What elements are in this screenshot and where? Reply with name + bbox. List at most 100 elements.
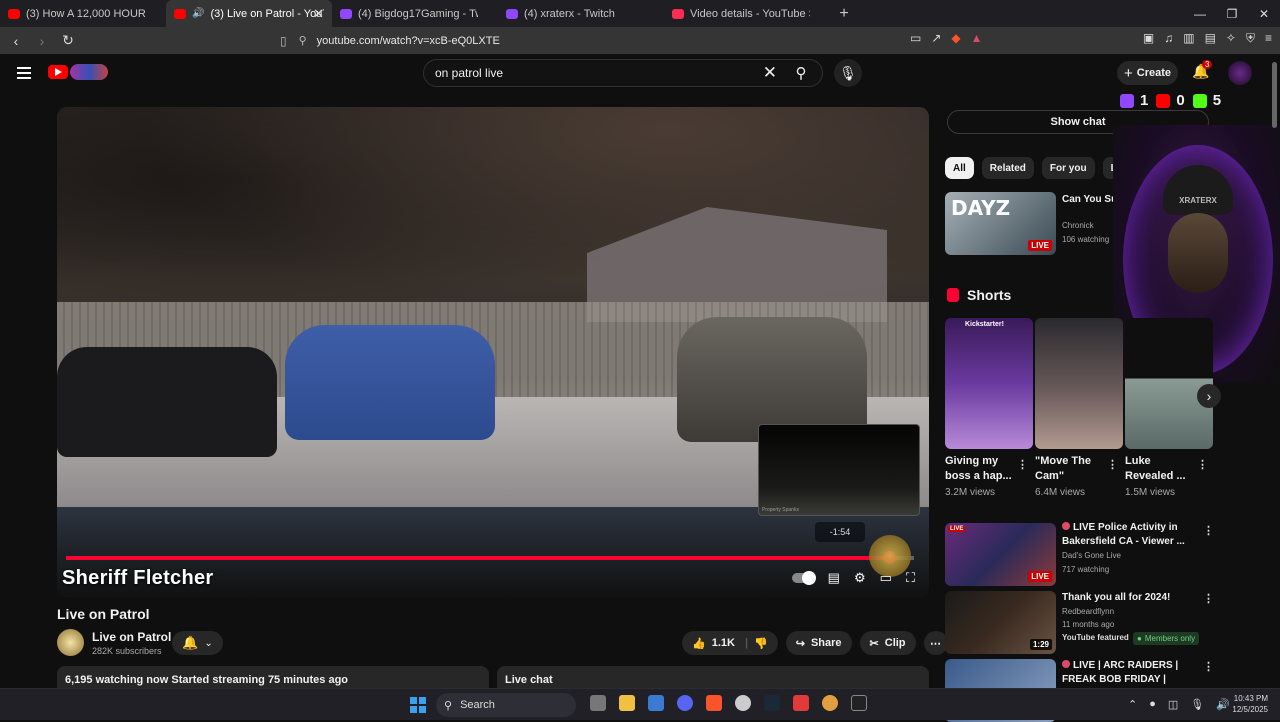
related-video-thumbnail[interactable]: 1:29 <box>945 591 1056 654</box>
app-icon[interactable] <box>822 695 838 711</box>
search-input[interactable]: on patrol live ✕ ⚲ <box>423 59 823 87</box>
browser-tab[interactable]: (4) Bigdog17Gaming - Twitch <box>332 0 498 27</box>
store-icon[interactable] <box>648 695 664 711</box>
menu-icon[interactable]: ≡ <box>1265 31 1272 46</box>
app-icon[interactable] <box>793 695 809 711</box>
related-video-meta: 11 months ago <box>1062 620 1115 629</box>
more-vertical-icon[interactable]: ⋮ <box>1203 660 1214 673</box>
microphone-icon[interactable]: 🎙 <box>1190 698 1204 711</box>
brave-shield-icon[interactable]: ◆ <box>951 31 960 45</box>
back-icon[interactable]: ‹ <box>6 33 26 49</box>
autoplay-toggle[interactable] <box>791 571 816 585</box>
short-thumbnail[interactable] <box>1035 318 1123 449</box>
short-title[interactable]: Luke Revealed ... <box>1125 454 1195 484</box>
epic-games-icon[interactable] <box>851 695 867 711</box>
more-vertical-icon[interactable]: ⋮ <box>1107 458 1118 471</box>
search-icon[interactable]: ⚲ <box>780 60 822 86</box>
more-vertical-icon[interactable]: ⋮ <box>1197 458 1208 471</box>
reload-icon[interactable]: ↻ <box>58 32 78 49</box>
restore-icon[interactable]: ❐ <box>1216 7 1248 21</box>
chevron-right-icon[interactable]: › <box>1197 384 1221 408</box>
brave-browser-icon[interactable] <box>706 695 722 711</box>
close-window-icon[interactable]: ✕ <box>1248 7 1280 21</box>
leo-ai-icon[interactable]: ✧ <box>1226 31 1236 46</box>
subscription-bell-button[interactable]: 🔔 ⌄ <box>172 631 223 655</box>
discord-icon[interactable] <box>677 695 693 711</box>
account-avatar[interactable] <box>1228 61 1252 85</box>
notifications-bell-icon[interactable]: 🔔 3 <box>1192 60 1213 80</box>
chip-related[interactable]: Related <box>981 157 1034 179</box>
more-vertical-icon[interactable]: ⋮ <box>1203 592 1214 605</box>
taskbar-search[interactable]: ⚲ Search <box>436 693 576 717</box>
chip-for-you[interactable]: For you <box>1041 157 1095 179</box>
youtube-doodle-logo[interactable] <box>70 64 108 80</box>
seek-bar[interactable] <box>66 551 914 564</box>
share-button[interactable]: ↪ Share <box>785 631 852 655</box>
windows-start-icon[interactable] <box>410 697 426 713</box>
share-page-icon[interactable]: ↗ <box>931 31 941 45</box>
tray-app-icon[interactable]: ● <box>1149 698 1156 711</box>
bookmark-icon[interactable]: ▯ <box>280 34 287 48</box>
file-explorer-icon[interactable] <box>619 695 635 711</box>
related-video-channel[interactable]: Dad's Gone Live <box>1062 551 1121 560</box>
clear-search-icon[interactable]: ✕ <box>763 63 777 83</box>
chip-all[interactable]: All <box>945 157 974 179</box>
browser-tab-active[interactable]: 🔊 (3) Live on Patrol - YouTube ✕ <box>166 0 332 27</box>
description-box[interactable]: 6,195 watching now Started streaming 75 … <box>57 666 489 690</box>
miniplayer-icon[interactable]: ▭ <box>880 570 892 586</box>
brave-rewards-icon[interactable]: ▲ <box>971 31 983 45</box>
short-title[interactable]: "Move The Cam" <box>1035 454 1105 484</box>
featured-video-title[interactable]: Can You Survive Winter DayZ <box>1062 193 1114 221</box>
browser-tab[interactable]: (3) How A 12,000 HOUR SOLO Adapt <box>0 0 166 27</box>
close-tab-icon[interactable]: ✕ <box>313 6 324 22</box>
new-tab-button[interactable]: + <box>832 5 856 23</box>
page-scrollbar[interactable] <box>1272 62 1277 688</box>
system-tray: ⌃ ● ◫ 🎙 🔊 <box>1128 698 1230 711</box>
cast-icon[interactable]: ▭ <box>910 31 921 45</box>
forward-icon[interactable]: › <box>32 33 52 49</box>
more-vertical-icon[interactable]: ⋮ <box>1017 458 1028 471</box>
wallet-icon[interactable]: ▣ <box>1143 31 1154 46</box>
sidebar-icon[interactable]: ▥ <box>1183 31 1194 46</box>
scrollbar-thumb[interactable] <box>1272 62 1277 128</box>
site-info-icon[interactable]: ⚲ <box>299 34 307 47</box>
related-video-title[interactable]: LIVE Police Activity in Bakersfield CA -… <box>1062 521 1202 549</box>
url-field[interactable]: ▯ ⚲ youtube.com/watch?v=xcB-eQ0LXTE <box>280 30 1000 51</box>
channel-name[interactable]: Live on Patrol <box>92 630 171 644</box>
voice-search-icon[interactable]: 🎙 <box>834 59 862 87</box>
more-vertical-icon[interactable]: ⋮ <box>1203 524 1214 537</box>
short-title[interactable]: Giving my boss a hap... <box>945 454 1015 484</box>
more-actions-button[interactable]: ⋯ <box>923 631 948 655</box>
thumbs-down-icon[interactable]: 👎 <box>754 637 768 650</box>
video-player[interactable]: Property Spanks -1:54 Sheriff Fletcher ▤… <box>57 107 929 597</box>
related-video-channel[interactable]: Redbeardflynn <box>1062 607 1114 616</box>
featured-video-channel[interactable]: Chronick <box>1062 221 1094 230</box>
create-button[interactable]: + Create <box>1117 61 1178 85</box>
minimize-icon[interactable]: — <box>1184 7 1216 21</box>
hamburger-menu-icon[interactable] <box>17 67 31 79</box>
network-icon[interactable]: ◫ <box>1168 698 1178 711</box>
browser-tab[interactable]: Video details - YouTube Studio <box>664 0 830 27</box>
like-button[interactable]: 👍 1.1K | 👎 <box>682 631 778 655</box>
settings-gear-icon[interactable]: ⚙ <box>854 570 866 586</box>
fullscreen-icon[interactable]: ⛶ <box>906 570 915 586</box>
live-chat-panel[interactable]: Live chat <box>497 666 929 690</box>
channel-avatar[interactable] <box>57 629 84 656</box>
steam-icon[interactable] <box>764 695 780 711</box>
related-video-thumbnail[interactable]: LIVE LIVE <box>945 523 1056 586</box>
vpn-icon[interactable]: ⛨ <box>1246 31 1255 46</box>
short-thumbnail[interactable]: Kickstarter! <box>945 318 1033 449</box>
related-video-title[interactable]: Thank you all for 2024! <box>1062 591 1202 605</box>
media-icon[interactable]: ♫ <box>1164 31 1173 46</box>
wallet-icon[interactable]: ▤ <box>1205 31 1216 46</box>
taskbar-clock[interactable]: 10:43 PM 12/5/2025 <box>1228 693 1268 715</box>
subtitles-icon[interactable]: ▤ <box>828 570 840 586</box>
featured-video-thumbnail[interactable]: DAYZ LIVE <box>945 192 1056 255</box>
youtube-logo-icon[interactable] <box>48 65 68 79</box>
chevron-up-icon[interactable]: ⌃ <box>1128 698 1137 711</box>
short-thumbnail[interactable] <box>1125 318 1213 449</box>
task-view-icon[interactable] <box>590 695 606 711</box>
clip-button[interactable]: ✂ Clip <box>859 631 916 655</box>
settings-app-icon[interactable] <box>735 695 751 711</box>
browser-tab[interactable]: (4) xraterx - Twitch <box>498 0 664 27</box>
